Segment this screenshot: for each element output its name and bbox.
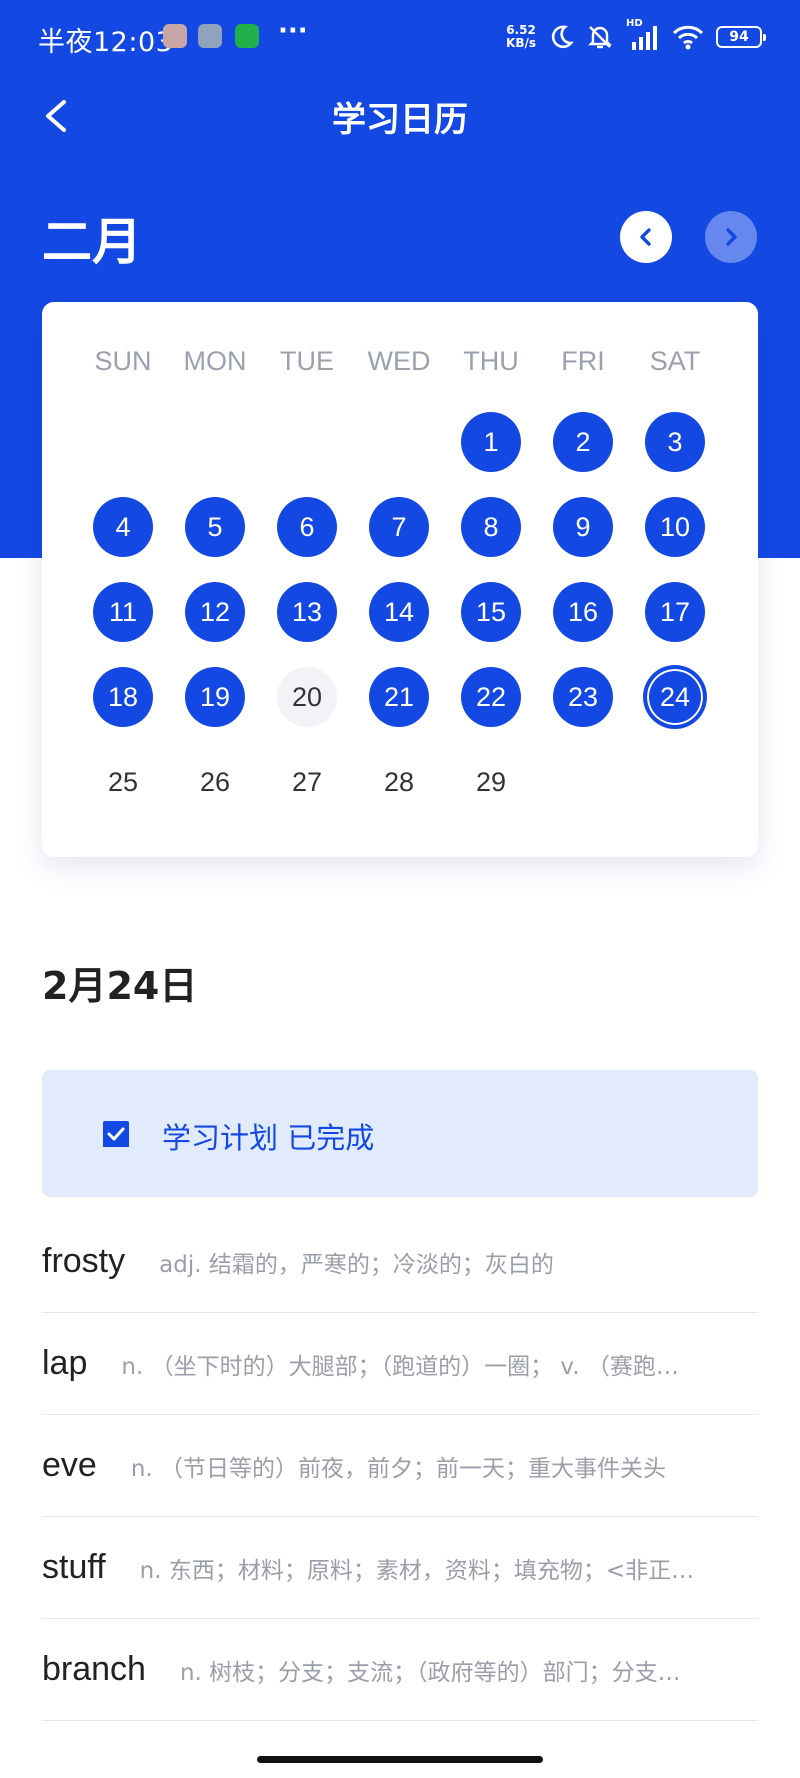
mute-bell-icon (588, 26, 612, 49)
calendar-day[interactable]: 17 (645, 582, 705, 642)
calendar-day[interactable]: 10 (645, 497, 705, 557)
calendar-day[interactable]: 28 (369, 752, 429, 812)
word-row[interactable]: stuff n. 东西；材料；原料；素材，资料；填充物；<非正… (42, 1517, 758, 1619)
calendar-day[interactable]: 6 (277, 497, 337, 557)
word-row[interactable]: eve n. （节日等的）前夜，前夕；前一天；重大事件关头 (42, 1415, 758, 1517)
weekday-label: WED (367, 346, 431, 376)
calendar-day[interactable]: 2 (553, 412, 613, 472)
battery-icon: 94 (716, 26, 766, 48)
home-indicator[interactable] (257, 1756, 543, 1763)
calendar-day[interactable]: 1 (461, 412, 521, 472)
network-speed: 6.52 KB/s (506, 23, 536, 50)
chevron-right-icon (726, 228, 737, 246)
word-term: lap (42, 1344, 88, 1382)
weekday-label: TUE (280, 346, 334, 376)
word-term: stuff (42, 1548, 106, 1586)
calendar-day[interactable]: 7 (369, 497, 429, 557)
calendar-day[interactable]: 29 (461, 752, 521, 812)
calendar-day[interactable]: 26 (185, 752, 245, 812)
next-month-button[interactable] (705, 211, 757, 263)
calendar-day[interactable]: 8 (461, 497, 521, 557)
cellular-signal-icon: HD (626, 18, 660, 50)
word-term: branch (42, 1650, 146, 1688)
selected-date-heading: 2月24日 (42, 964, 198, 1008)
calendar-day[interactable]: 9 (553, 497, 613, 557)
calendar-day[interactable]: 27 (277, 752, 337, 812)
word-term: eve (42, 1446, 97, 1484)
word-meaning: n. 树枝；分支；支流；（政府等的）部门；分支… (179, 1659, 681, 1686)
status-time: 半夜12:03 (38, 27, 174, 58)
weekday-label: SAT (649, 346, 701, 376)
word-meaning: n. （坐下时的）大腿部；（跑道的）一圈； v. （赛跑… (121, 1353, 679, 1380)
weekday-label: THU (463, 346, 519, 376)
previous-month-button[interactable] (620, 211, 672, 263)
word-term: frosty (42, 1242, 126, 1280)
word-meaning: n. （节日等的）前夜，前夕；前一天；重大事件关头 (130, 1455, 667, 1482)
plan-status-text: 学习计划 已完成 (162, 1121, 375, 1155)
calendar-day[interactable]: 20 (277, 667, 337, 727)
calendar-day[interactable]: 22 (461, 667, 521, 727)
weekday-label: FRI (561, 346, 605, 376)
notification-app-icon (163, 24, 187, 48)
phone-app-icon (235, 24, 259, 48)
notification-app-icon (198, 24, 222, 48)
calendar-day[interactable]: 13 (277, 582, 337, 642)
checkbox-checked-icon (103, 1121, 129, 1147)
moon-icon (551, 25, 574, 49)
weekday-label: SUN (94, 346, 152, 376)
calendar-day[interactable]: 4 (93, 497, 153, 557)
status-bar: 半夜12:03 ··· 6.52 KB/s HD 94 (0, 0, 800, 72)
more-notifications-icon: ··· (278, 16, 308, 46)
calendar-day[interactable]: 18 (93, 667, 153, 727)
word-row[interactable]: frosty adj. 结霜的，严寒的；冷淡的；灰白的 (42, 1211, 758, 1313)
calendar-day[interactable]: 12 (185, 582, 245, 642)
plan-status-banner: 学习计划 已完成 (42, 1070, 758, 1197)
weekday-label: MON (183, 346, 247, 376)
month-title: 二月 (42, 213, 142, 271)
calendar-day[interactable]: 21 (369, 667, 429, 727)
calendar-day[interactable]: 5 (185, 497, 245, 557)
chevron-left-icon (640, 228, 651, 246)
calendar-day[interactable]: 11 (93, 582, 153, 642)
calendar-card: SUN MON TUE WED THU FRI SAT 1 2 3 4 5 6 7 8 9 10 11 12 13 14… (42, 302, 758, 857)
calendar-day[interactable]: 25 (93, 752, 153, 812)
calendar-day[interactable]: 15 (461, 582, 521, 642)
word-meaning: adj. 结霜的，严寒的；冷淡的；灰白的 (159, 1251, 554, 1278)
page-title: 学习日历 (332, 100, 468, 140)
calendar-day[interactable]: 19 (185, 667, 245, 727)
calendar-day[interactable]: 14 (369, 582, 429, 642)
word-meaning: n. 东西；材料；原料；素材，资料；填充物；<非正… (139, 1557, 695, 1584)
calendar-day[interactable]: 23 (553, 667, 613, 727)
word-row[interactable]: lap n. （坐下时的）大腿部；（跑道的）一圈； v. （赛跑… (42, 1313, 758, 1415)
calendar-day[interactable]: 3 (645, 412, 705, 472)
wifi-icon (672, 25, 704, 50)
calendar-day[interactable]: 24 (645, 667, 705, 727)
calendar-day[interactable]: 16 (553, 582, 613, 642)
word-row[interactable]: branch n. 树枝；分支；支流；（政府等的）部门；分支… (42, 1619, 758, 1721)
